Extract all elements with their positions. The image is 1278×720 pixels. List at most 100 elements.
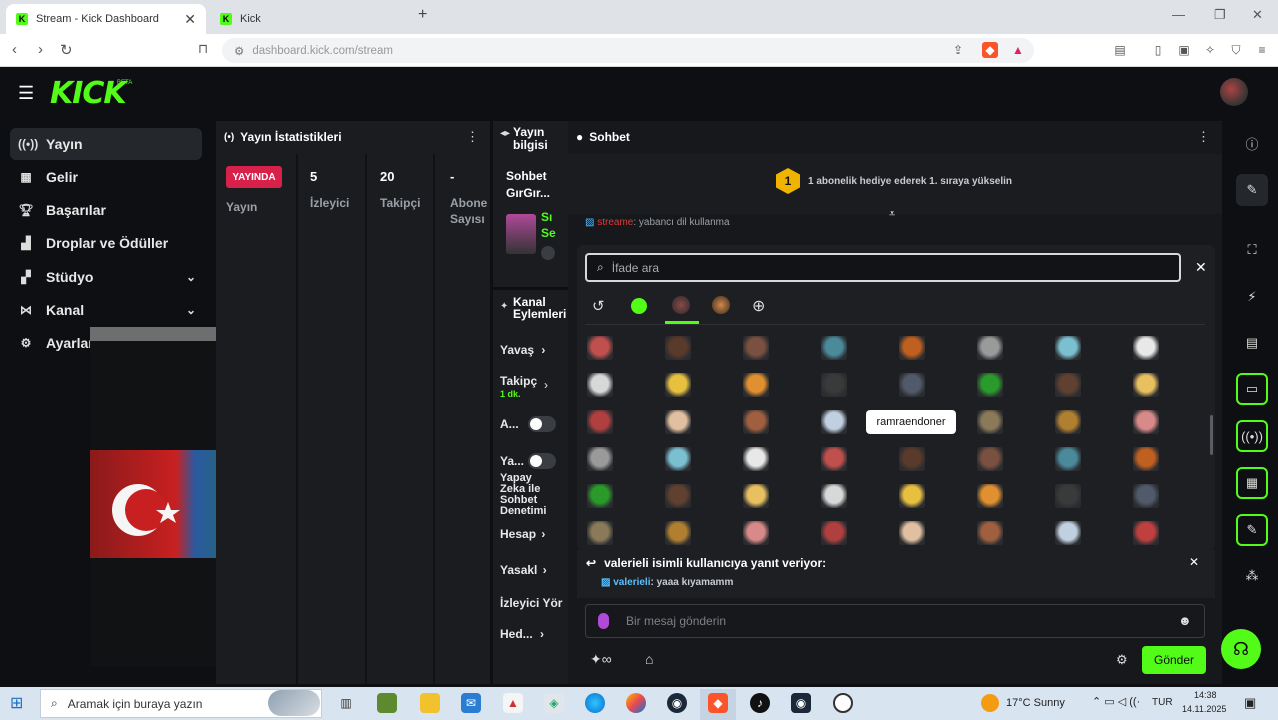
- emote[interactable]: [665, 521, 691, 545]
- lightning-icon[interactable]: ⚡︎: [1236, 281, 1268, 313]
- emote[interactable]: [1133, 447, 1159, 471]
- reload-icon[interactable]: ↻: [60, 41, 73, 59]
- weather-text[interactable]: 17°C Sunny: [1006, 697, 1065, 709]
- emote[interactable]: [587, 410, 613, 434]
- shop-icon[interactable]: ⌂: [645, 651, 653, 667]
- action-account[interactable]: Hesap ›: [500, 527, 545, 541]
- toggle-switch[interactable]: [528, 453, 556, 469]
- task-view-icon[interactable]: ▥: [336, 693, 356, 713]
- maximize-icon[interactable]: ❐: [1214, 7, 1226, 23]
- emote[interactable]: [977, 373, 1003, 397]
- emote[interactable]: [821, 484, 847, 508]
- language-indicator[interactable]: TUR: [1152, 697, 1173, 708]
- sidebar-item-basarilar[interactable]: 🏆︎ Başarılar: [10, 194, 202, 226]
- emote[interactable]: [743, 336, 769, 360]
- more-options-icon[interactable]: ⋮: [466, 129, 479, 145]
- emote[interactable]: [899, 447, 925, 471]
- close-tab-icon[interactable]: ✕: [184, 11, 196, 28]
- browser-tab-active[interactable]: K Stream - Kick Dashboard ✕: [6, 4, 206, 34]
- action-slow-mode[interactable]: Yavaş ›: [500, 343, 545, 357]
- emote[interactable]: [1055, 410, 1081, 434]
- emote[interactable]: [977, 336, 1003, 360]
- brave-browser-icon[interactable]: ◆: [708, 693, 728, 713]
- emote[interactable]: [1133, 336, 1159, 360]
- emote[interactable]: [665, 410, 691, 434]
- emote[interactable]: [899, 484, 925, 508]
- user-avatar[interactable]: [1220, 78, 1248, 106]
- back-icon[interactable]: ‹: [12, 41, 17, 58]
- sidebar-item-kanal[interactable]: ⋈ Kanal ⌄: [10, 294, 202, 326]
- emote[interactable]: [1055, 447, 1081, 471]
- sidebar-item-yayin[interactable]: ((•)) Yayın: [10, 128, 202, 160]
- emote[interactable]: [1055, 373, 1081, 397]
- emote[interactable]: [587, 447, 613, 471]
- action-goals[interactable]: Hed... ›: [500, 627, 544, 641]
- emote[interactable]: [821, 521, 847, 545]
- emote[interactable]: [821, 336, 847, 360]
- emote[interactable]: [743, 410, 769, 434]
- clock-date[interactable]: 14.11.2025: [1182, 704, 1226, 714]
- steam-icon[interactable]: ◉: [667, 693, 687, 713]
- vpn-icon[interactable]: ⛉: [1228, 42, 1244, 58]
- stream-widget-icon[interactable]: ((•)): [1236, 420, 1268, 452]
- gift-prompt[interactable]: 1 abonelik hediye ederek 1. sıraya yükse…: [808, 176, 1012, 187]
- emote[interactable]: [665, 447, 691, 471]
- store-icon[interactable]: ◈: [544, 693, 564, 713]
- emote[interactable]: [1133, 410, 1159, 434]
- emote[interactable]: [743, 521, 769, 545]
- action-viewer-management[interactable]: İzleyici Yör: [500, 596, 562, 610]
- edge-icon[interactable]: [585, 693, 605, 713]
- notes-icon[interactable]: ▤: [1236, 327, 1268, 359]
- send-button[interactable]: Gönder: [1142, 646, 1206, 674]
- expand-icon[interactable]: ⩡: [889, 208, 895, 221]
- category-name[interactable]: Se: [541, 226, 556, 240]
- steam-app-icon[interactable]: ◉: [791, 693, 811, 713]
- action-bans[interactable]: Yasakl ›: [500, 563, 547, 577]
- emote[interactable]: [1133, 484, 1159, 508]
- emote[interactable]: [587, 484, 613, 508]
- emote[interactable]: [1055, 521, 1081, 545]
- cancel-reply-icon[interactable]: ✕: [1189, 555, 1199, 569]
- close-icon[interactable]: ✕: [1195, 259, 1207, 276]
- recent-emotes-icon[interactable]: ↺: [592, 297, 605, 315]
- emote[interactable]: [1133, 373, 1159, 397]
- emote[interactable]: [899, 336, 925, 360]
- emote[interactable]: [977, 484, 1003, 508]
- activity-widget-icon[interactable]: ▦: [1236, 467, 1268, 499]
- mail-icon[interactable]: ✉: [461, 693, 481, 713]
- streamer-emotes-tab-icon[interactable]: [712, 296, 730, 314]
- sidebar-item-droplar[interactable]: ▟ Droplar ve Ödüller: [10, 227, 202, 259]
- browser-tab[interactable]: K Kick: [210, 4, 410, 34]
- emote[interactable]: [1133, 521, 1159, 545]
- copilot-icon[interactable]: [626, 693, 646, 713]
- forward-icon[interactable]: ›: [38, 41, 43, 58]
- emote[interactable]: [665, 484, 691, 508]
- category-name[interactable]: Sı: [541, 210, 552, 224]
- emote-search-input[interactable]: ⌕ İfade ara: [585, 253, 1181, 282]
- reader-icon[interactable]: ▤: [1112, 42, 1128, 58]
- emote[interactable]: [743, 484, 769, 508]
- leo-icon[interactable]: ✧: [1202, 42, 1218, 58]
- emote[interactable]: [899, 373, 925, 397]
- kick-emotes-tab-icon[interactable]: [631, 298, 647, 314]
- chat-more-icon[interactable]: ⋮: [1197, 129, 1210, 145]
- brave-rewards-icon[interactable]: ▲: [1010, 42, 1026, 58]
- toggle-switch[interactable]: [528, 416, 556, 432]
- emote[interactable]: [587, 373, 613, 397]
- emote[interactable]: [1055, 336, 1081, 360]
- emote[interactable]: [821, 373, 847, 397]
- tiktok-icon[interactable]: ♪: [750, 693, 770, 713]
- emote[interactable]: [977, 410, 1003, 434]
- emote[interactable]: [821, 410, 847, 434]
- hamburger-menu-icon[interactable]: ☰: [18, 83, 34, 104]
- file-explorer-icon[interactable]: [420, 693, 440, 713]
- emote[interactable]: [665, 336, 691, 360]
- brave-shield-icon[interactable]: ◆: [982, 42, 998, 58]
- emote[interactable]: [899, 521, 925, 545]
- emote[interactable]: [977, 447, 1003, 471]
- system-tray-icons[interactable]: ⌃ ▭ ◁︎ ((·: [1092, 695, 1140, 708]
- menu-icon[interactable]: ≡: [1254, 42, 1270, 58]
- chat-widget-icon[interactable]: ▭: [1236, 373, 1268, 405]
- url-field[interactable]: ⚙ dashboard.kick.com/stream: [222, 38, 1034, 63]
- wallet-icon[interactable]: ▣: [1176, 42, 1192, 58]
